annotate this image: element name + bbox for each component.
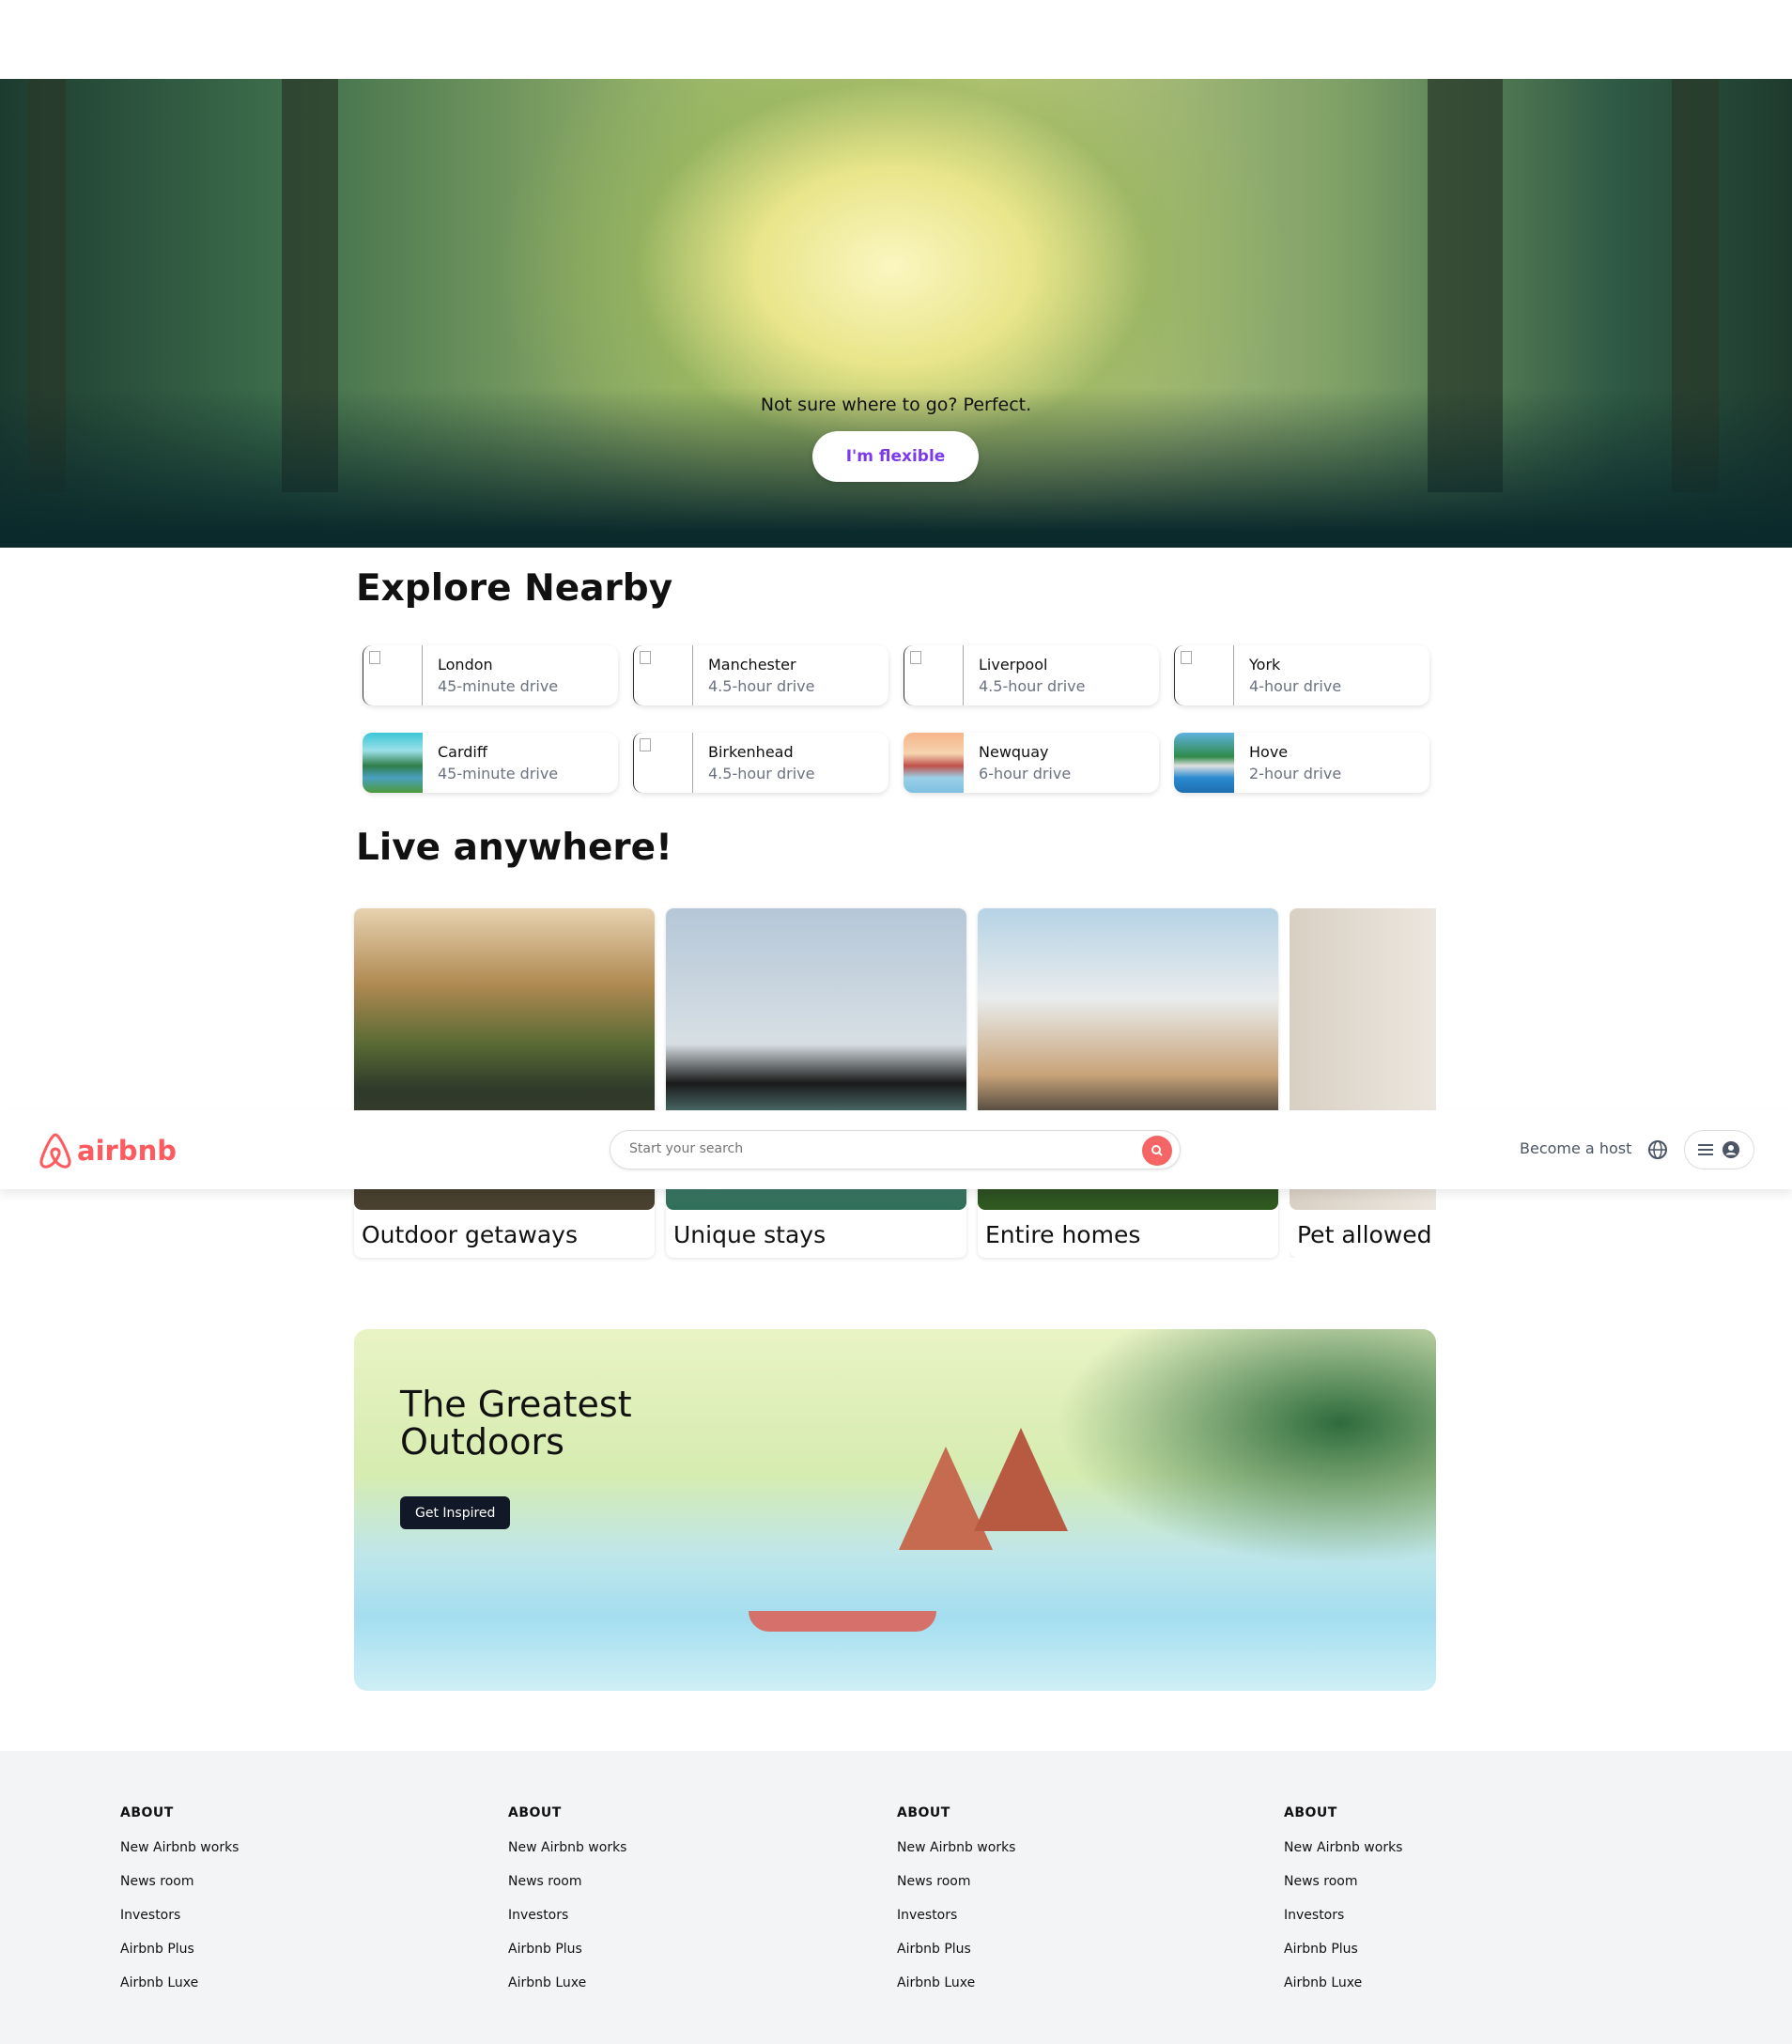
banner-cabin	[974, 1428, 1068, 1531]
nearby-drive-time: 45-minute drive	[438, 765, 559, 782]
footer-heading: ABOUT	[897, 1805, 950, 1820]
top-navbar: airbnb Become a host	[0, 1110, 1792, 1189]
user-avatar-icon	[1722, 1141, 1740, 1158]
footer-link[interactable]: Investors	[508, 1908, 626, 1942]
footer-link[interactable]: New Airbnb works	[1284, 1840, 1402, 1874]
nearby-thumbnail	[1174, 645, 1234, 705]
hero-tree	[282, 79, 338, 492]
banner-boat	[749, 1611, 936, 1632]
nearby-city: Hove	[1249, 743, 1289, 761]
nearby-drive-time: 4-hour drive	[1249, 677, 1342, 695]
hero-banner: Not sure where to go? Perfect. I'm flexi…	[0, 79, 1792, 548]
nearby-city: Newquay	[979, 743, 1049, 761]
nearby-drive-time: 4.5-hour drive	[708, 677, 815, 695]
nearby-thumbnail	[904, 733, 964, 793]
nearby-thumbnail	[633, 733, 693, 793]
footer-link[interactable]: Airbnb Luxe	[120, 1975, 239, 2009]
search-icon	[1151, 1145, 1163, 1156]
nearby-city: London	[438, 656, 493, 674]
hamburger-icon	[1697, 1144, 1713, 1155]
nearby-card-cardiff[interactable]: Cardiff 45-minute drive	[363, 733, 618, 793]
nearby-drive-time: 4.5-hour drive	[979, 677, 1086, 695]
search-input[interactable]	[629, 1141, 1099, 1156]
banner-title-line1: The Greatest	[400, 1384, 632, 1425]
nearby-drive-time: 4.5-hour drive	[708, 765, 815, 782]
become-host-link[interactable]: Become a host	[1520, 1139, 1631, 1157]
nearby-card-manchester[interactable]: Manchester 4.5-hour drive	[633, 645, 888, 705]
footer-heading: ABOUT	[508, 1805, 562, 1820]
live-anywhere-title: Live anywhere!	[356, 827, 672, 869]
explore-nearby-title: Explore Nearby	[356, 567, 673, 610]
nearby-thumbnail	[363, 645, 423, 705]
footer-link[interactable]: Investors	[897, 1908, 1015, 1942]
nearby-city: Liverpool	[979, 656, 1048, 674]
footer-link[interactable]: Airbnb Luxe	[897, 1975, 1015, 2009]
footer-link[interactable]: Airbnb Luxe	[1284, 1975, 1402, 2009]
footer-column: ABOUT New Airbnb works News room Investors A…	[508, 1805, 626, 2009]
nearby-card-liverpool[interactable]: Liverpool 4.5-hour drive	[904, 645, 1159, 705]
hero-tree	[28, 79, 66, 492]
footer-link[interactable]: Investors	[1284, 1908, 1402, 1942]
footer-link[interactable]: Airbnb Luxe	[508, 1975, 626, 2009]
footer-column: ABOUT New Airbnb works News room Investors A…	[120, 1805, 239, 2009]
nearby-card-newquay[interactable]: Newquay 6-hour drive	[904, 733, 1159, 793]
footer-column: ABOUT New Airbnb works News room Investors A…	[1284, 1805, 1402, 2009]
search-button[interactable]	[1142, 1136, 1172, 1166]
nearby-card-york[interactable]: York 4-hour drive	[1174, 645, 1429, 705]
footer-link[interactable]: Airbnb Plus	[508, 1942, 626, 1975]
banner-title: The Greatest Outdoors	[400, 1386, 632, 1461]
footer-heading: ABOUT	[1284, 1805, 1337, 1820]
im-flexible-button[interactable]: I'm flexible	[812, 431, 979, 482]
nearby-drive-time: 45-minute drive	[438, 677, 559, 695]
footer-link[interactable]: Airbnb Plus	[1284, 1942, 1402, 1975]
hero-tagline: Not sure where to go? Perfect.	[760, 395, 1032, 415]
user-menu-button[interactable]	[1684, 1130, 1754, 1169]
footer-link[interactable]: New Airbnb works	[508, 1840, 626, 1874]
hero-tree	[1672, 79, 1719, 492]
nearby-thumbnail	[1174, 733, 1234, 793]
footer-link[interactable]: Airbnb Plus	[897, 1942, 1015, 1975]
banner-title-line2: Outdoors	[400, 1421, 564, 1463]
footer-link[interactable]: New Airbnb works	[897, 1840, 1015, 1874]
nearby-drive-time: 6-hour drive	[979, 765, 1072, 782]
nearby-card-birkenhead[interactable]: Birkenhead 4.5-hour drive	[633, 733, 888, 793]
logo-text: airbnb	[77, 1135, 177, 1167]
nearby-card-hove[interactable]: Hove 2-hour drive	[1174, 733, 1429, 793]
airbnb-logo-icon	[39, 1133, 71, 1169]
category-label: Pet allowed	[1297, 1221, 1432, 1248]
footer-link[interactable]: Airbnb Plus	[120, 1942, 239, 1975]
category-card-outdoor-getaways[interactable]: Outdoor getaways	[354, 908, 655, 1258]
nearby-city: Manchester	[708, 656, 796, 674]
globe-icon[interactable]	[1647, 1139, 1668, 1160]
nearby-city: Cardiff	[438, 743, 487, 761]
nearby-thumbnail	[363, 733, 423, 793]
footer-column: ABOUT New Airbnb works News room Investors A…	[897, 1805, 1015, 2009]
search-bar[interactable]	[610, 1130, 1181, 1169]
footer-link[interactable]: News room	[120, 1874, 239, 1908]
nearby-drive-time: 2-hour drive	[1249, 765, 1342, 782]
nearby-city: York	[1249, 656, 1281, 674]
airbnb-logo[interactable]: airbnb	[38, 1131, 177, 1170]
category-card-pet-allowed[interactable]: Pet allowed	[1290, 908, 1436, 1258]
category-card-unique-stays[interactable]: Unique stays	[666, 908, 966, 1258]
nearby-thumbnail	[904, 645, 964, 705]
nearby-city: Birkenhead	[708, 743, 794, 761]
category-label: Entire homes	[985, 1221, 1141, 1248]
footer-heading: ABOUT	[120, 1805, 174, 1820]
get-inspired-button[interactable]: Get Inspired	[400, 1496, 511, 1529]
category-label: Unique stays	[673, 1221, 826, 1248]
footer-link[interactable]: News room	[1284, 1874, 1402, 1908]
category-label: Outdoor getaways	[362, 1221, 578, 1248]
footer-link[interactable]: New Airbnb works	[120, 1840, 239, 1874]
footer-link[interactable]: Investors	[120, 1908, 239, 1942]
footer: ABOUT New Airbnb works News room Investors A…	[0, 1751, 1792, 2044]
category-card-entire-homes[interactable]: Entire homes	[978, 908, 1278, 1258]
nearby-card-london[interactable]: London 45-minute drive	[363, 645, 618, 705]
hero-tree	[1428, 79, 1503, 492]
footer-link[interactable]: News room	[508, 1874, 626, 1908]
footer-link[interactable]: News room	[897, 1874, 1015, 1908]
nearby-thumbnail	[633, 645, 693, 705]
greatest-outdoors-banner: The Greatest Outdoors Get Inspired	[354, 1329, 1436, 1691]
